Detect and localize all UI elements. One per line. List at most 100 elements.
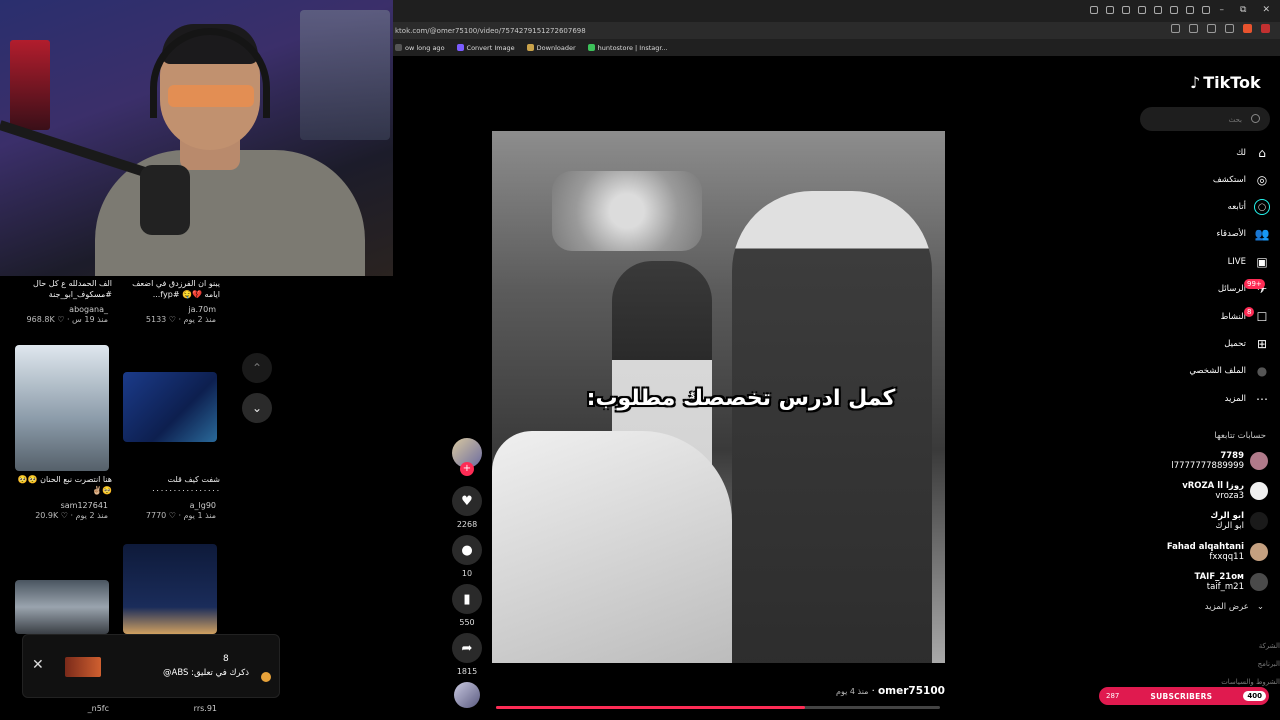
following-account-name: 7789	[1220, 451, 1244, 461]
following-account-text: vROZA ll روزا vroza3	[1182, 481, 1244, 501]
footer-link-terms[interactable]: الشروط والسياسات	[1221, 678, 1280, 686]
like-count: 2268	[456, 520, 478, 529]
video-card-author[interactable]: ja.70m	[120, 305, 216, 314]
following-account-text: 7789 l7777777889999	[1171, 451, 1244, 471]
sidebar-nav-label: الرسائل	[1217, 284, 1246, 294]
bookmark-favicon	[526, 44, 534, 51]
following-account-handle: vroza3	[1215, 491, 1244, 501]
close-icon[interactable]: ✕	[32, 657, 44, 673]
share-button[interactable]: ➦	[452, 633, 482, 663]
sidebar-nav-label: الأصدقاء	[1216, 229, 1246, 239]
url-text[interactable]: ktok.com/@omer75100/video/75742791512726…	[393, 27, 586, 35]
sidebar-nav-label: استكشف	[1212, 175, 1246, 185]
bookmark-item[interactable]: ow long ago	[395, 44, 445, 52]
video-card-author[interactable]: rrs.91	[120, 704, 217, 713]
glasses	[168, 85, 254, 107]
video-card-author[interactable]: _n5fc	[12, 704, 109, 713]
video-thumbnail[interactable]	[123, 372, 217, 442]
follow-plus-icon[interactable]: +	[460, 462, 474, 476]
sidebar-nav-label: تحميل	[1224, 339, 1246, 349]
video-author[interactable]: omer75100	[878, 685, 945, 697]
footer-link-company[interactable]: الشركة	[1259, 642, 1280, 650]
search-icon[interactable]	[1251, 114, 1260, 123]
more-icon: ⋯	[1256, 392, 1268, 406]
tiktok-logo[interactable]: ♪ TikTok	[1190, 73, 1261, 92]
chevron-down-icon: ⌄	[1256, 602, 1264, 612]
video-overlay-caption: كمل ادرس تخصصك مطلوب:	[586, 386, 896, 411]
browser-titlebar: – ⧉ ✕	[393, 0, 1280, 22]
sidebar-nav-item[interactable]: لك ⌂	[1140, 143, 1270, 163]
save-count: 550	[459, 618, 475, 627]
sidebar-nav-item[interactable]: أتابعه ◯	[1140, 197, 1270, 217]
minimize-button[interactable]: –	[1220, 5, 1225, 15]
tiktok-note-icon: ♪	[1190, 73, 1201, 92]
bookmark-item[interactable]: Convert Image	[456, 44, 515, 52]
like-button[interactable]: ♥	[452, 486, 482, 516]
video-card-author[interactable]: sam127641	[12, 501, 108, 510]
save-button[interactable]: ▮	[452, 584, 482, 614]
video-scene-cloth	[492, 431, 732, 663]
avatar	[1250, 573, 1268, 591]
following-account[interactable]: Fahad alqahtani fxxqq11	[1128, 539, 1268, 565]
sidebar-nav-item[interactable]: المزيد ⋯	[1140, 389, 1270, 409]
bookmark-item[interactable]: Downloader	[526, 44, 576, 52]
see-more-button[interactable]: عرض المزيد ⌄	[1205, 602, 1264, 612]
video-thumbnail[interactable]	[15, 580, 109, 634]
following-account[interactable]: ابو الرك ابو الرك	[1128, 508, 1268, 534]
webcam-overlay	[0, 0, 393, 276]
footer-link-program[interactable]: البرنامج	[1258, 660, 1280, 668]
following-account[interactable]: vROZA ll روزا vroza3	[1128, 478, 1268, 504]
translate-icon[interactable]	[1171, 24, 1180, 33]
search-box[interactable]	[1140, 107, 1270, 132]
video-card-caption: الف الحمدلله ع كل حال #مسكوف_ابو_جنة	[33, 279, 112, 299]
comment-count: 10	[461, 569, 473, 578]
activity-icon: ☐	[1256, 310, 1268, 324]
sidebar-nav-label: الملف الشخصي	[1189, 366, 1246, 376]
video-card-author[interactable]: a_lg90	[120, 501, 216, 510]
zoom-icon[interactable]	[1207, 24, 1216, 33]
mention-notification-toast[interactable]: ✕ 8 ذكرك في تعليق: ABS@	[22, 634, 280, 698]
sidebar-nav-item[interactable]: الملف الشخصي ●	[1140, 361, 1270, 381]
video-card[interactable]: الف الحمدلله ع كل حال #مسكوف_ابو_جنة abo…	[12, 276, 112, 324]
video-player[interactable]: كمل ادرس تخصصك مطلوب:	[492, 131, 945, 663]
address-bar[interactable]: ktok.com/@omer75100/video/75742791512726…	[393, 22, 1280, 39]
sound-avatar[interactable]	[454, 682, 480, 708]
extension-icons[interactable]	[1090, 6, 1210, 14]
sidebar-nav-item[interactable]: الأصدقاء 👥	[1140, 224, 1270, 244]
sidebar-nav-item[interactable]: استكشف ◎	[1140, 170, 1270, 190]
video-card-caption: يبنو ان الفرزدق في اضعف ايامه 💔🤤 #fyp...	[132, 279, 220, 299]
video-card[interactable]: شفت كيف قلت ٠٠٠٠٠٠٠٠٠٠٠٠٠٠٠٠ a_lg90 7770…	[120, 474, 220, 520]
rewards-icon[interactable]	[1261, 24, 1270, 33]
video-card-author[interactable]: abogana_	[12, 305, 108, 314]
following-account-text: ابو الرك ابو الرك	[1210, 511, 1244, 531]
comment-button[interactable]: ●	[452, 535, 482, 565]
sidebar-nav-item[interactable]: LIVE ▣	[1140, 252, 1270, 272]
chevron-up-icon: ⌃	[251, 361, 263, 375]
video-thumbnail[interactable]	[123, 544, 217, 634]
video-card[interactable]: هنا انتصرت نبع الحنان 🥺🥺🥺✌🏼 sam127641 20…	[12, 474, 112, 520]
comment-icon: ●	[461, 542, 473, 558]
sidebar-nav-label: المزيد	[1224, 394, 1246, 404]
video-thumbnail[interactable]	[15, 345, 109, 471]
previous-video-button[interactable]: ⌃	[242, 353, 272, 383]
brave-shield-icon[interactable]	[1243, 24, 1252, 33]
maximize-button[interactable]: ⧉	[1240, 5, 1246, 15]
sidebar-nav-label: أتابعه	[1227, 202, 1246, 212]
video-card[interactable]: يبنو ان الفرزدق في اضعف ايامه 💔🤤 #fyp...…	[120, 276, 220, 324]
following-account[interactable]: 7789 l7777777889999	[1128, 448, 1268, 474]
compass-icon: ◎	[1256, 173, 1268, 187]
bookmark-icon: ▮	[463, 591, 471, 607]
webcam-background-shelf	[300, 10, 390, 140]
video-author-line[interactable]: منذ 4 يوم · omer75100	[836, 685, 945, 697]
cast-icon[interactable]	[1189, 24, 1198, 33]
next-video-button[interactable]: ⌄	[242, 393, 272, 423]
close-window-button[interactable]: ✕	[1262, 5, 1270, 15]
bookmark-item[interactable]: huntostore | Instagr...	[587, 44, 668, 52]
subscriber-label: SUBSCRIBERS	[1150, 691, 1213, 701]
sidebar-nav-item[interactable]: تحميل ⊞	[1140, 334, 1270, 354]
share-icon[interactable]	[1225, 24, 1234, 33]
address-bar-icons[interactable]	[1171, 24, 1270, 33]
following-account[interactable]: TAIF_21ᴏᴍ taif_m21	[1128, 569, 1268, 595]
video-progress-fill	[496, 706, 806, 709]
following-accounts-title: حسابات تتابعها	[1214, 431, 1266, 441]
